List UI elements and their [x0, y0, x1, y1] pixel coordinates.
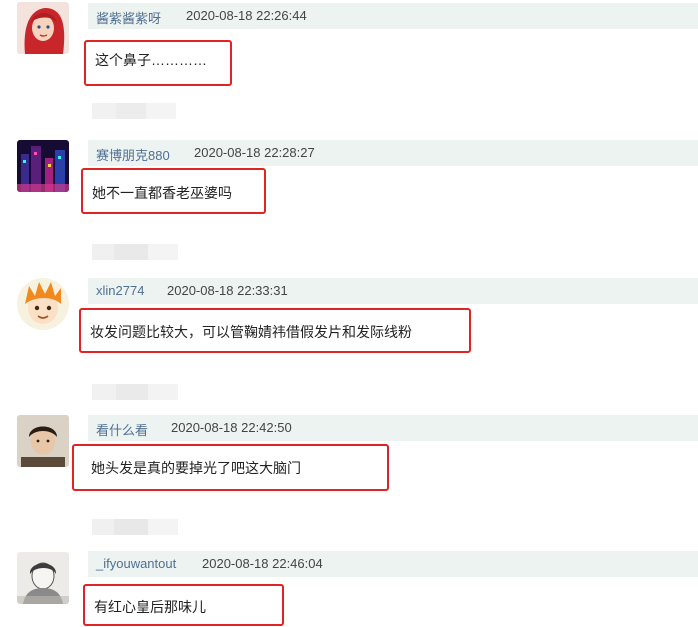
comment-timestamp: 2020-08-18 22:26:44: [186, 8, 307, 23]
comment-text: 她不一直都香老巫婆吗: [92, 185, 232, 201]
comment-username[interactable]: 酱紫酱紫呀: [96, 8, 161, 27]
red-hair-cartoon-avatar-icon[interactable]: [17, 2, 69, 54]
comment-meta-bar: 看什么看 2020-08-18 22:42:50: [88, 415, 698, 441]
comment-text-box: 妆发问题比较大，可以管鞠婧祎借假发片和发际线粉: [79, 308, 471, 353]
comment-meta-bar: 酱紫酱紫呀 2020-08-18 22:26:44: [88, 3, 698, 29]
comment-timestamp: 2020-08-18 22:33:31: [167, 283, 288, 298]
blurred-action-bar: [92, 384, 178, 400]
comment-list-page: { "comments": [ {"username": "酱紫酱紫呀", "t…: [0, 0, 698, 627]
comment-timestamp: 2020-08-18 22:46:04: [202, 556, 323, 571]
comment-username[interactable]: _ifyouwantout: [96, 556, 176, 571]
blurred-action-bar: [92, 103, 176, 119]
comment-meta-bar: 赛博朋克880 2020-08-18 22:28:27: [88, 140, 698, 166]
sketch-portrait-avatar-icon[interactable]: [17, 552, 69, 604]
blurred-action-bar: [92, 244, 178, 260]
comment-text: 妆发问题比较大，可以管鞠婧祎借假发片和发际线粉: [90, 324, 412, 340]
comment-text-box: 她头发是真的要掉光了吧这大脑门: [72, 444, 389, 491]
orange-hair-anime-avatar-icon[interactable]: [17, 278, 69, 330]
comment-text: 这个鼻子…………: [95, 52, 207, 68]
comment-username[interactable]: xlin2774: [96, 283, 144, 298]
comment-text-box: 这个鼻子…………: [84, 40, 232, 86]
comment-meta-bar: _ifyouwantout 2020-08-18 22:46:04: [88, 551, 698, 577]
comment-meta-bar: xlin2774 2020-08-18 22:33:31: [88, 278, 698, 304]
comment-username[interactable]: 赛博朋克880: [96, 145, 170, 164]
comment-username[interactable]: 看什么看: [96, 420, 148, 439]
comment-timestamp: 2020-08-18 22:28:27: [194, 145, 315, 160]
comment-text-box: 有红心皇后那味儿: [83, 584, 284, 626]
comment-text: 她头发是真的要掉光了吧这大脑门: [91, 460, 301, 476]
comment-text-box: 她不一直都香老巫婆吗: [81, 168, 266, 214]
neon-city-avatar-icon[interactable]: [17, 140, 69, 192]
comment-timestamp: 2020-08-18 22:42:50: [171, 420, 292, 435]
person-photo-avatar-icon[interactable]: [17, 415, 69, 467]
comment-text: 有红心皇后那味儿: [94, 599, 206, 615]
blurred-action-bar: [92, 519, 178, 535]
